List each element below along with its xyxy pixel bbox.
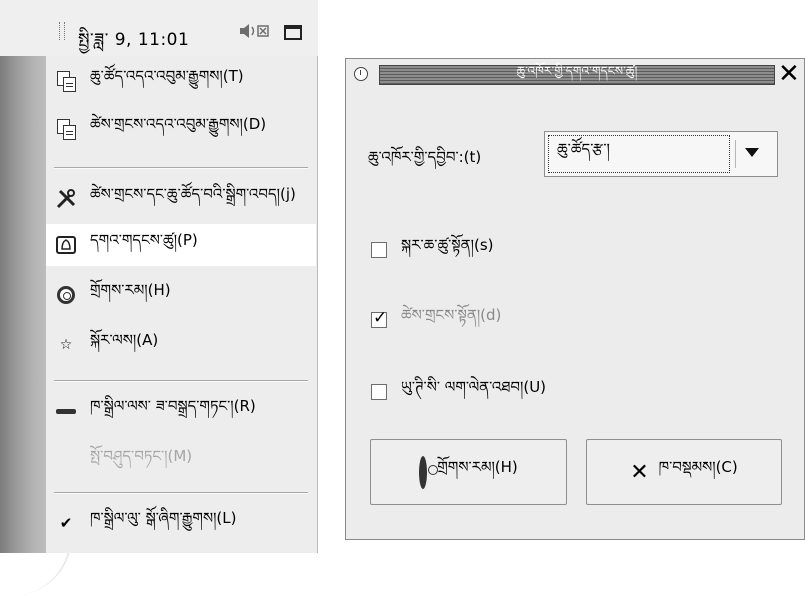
show-seconds-row[interactable]: སྐར་ཆ་ཚུ་སྟོན།(s) [371,229,494,271]
close-icon: ✕ [630,459,649,485]
window-list-icon[interactable] [284,25,302,40]
clock-format-label: ཆུ་འཁོར་གྱི་དབྱིབ་:(t) [368,148,482,166]
desktop-background [0,56,72,596]
menu-item-preferences[interactable]: དགའ་གདངས་ཚུ།(P) [46,224,316,266]
menu-item-remove-from-panel[interactable]: ཁ་སྒྲིལ་ལས་ ཟ་བསྒྲད་གཏང་།(R) [46,390,316,432]
menu-item-copy-date[interactable]: ཚེས་གྲངས་འདའ་འབུམ་རྒྱུགས།(D) [46,108,316,150]
menu-item-adjust-datetime[interactable]: ཚེས་གྲངས་དང་ཆུ་ཚོད་བའི་སྒྲིག་འབད།(j) [46,178,316,220]
chevron-down-icon [745,148,759,157]
clock-format-select[interactable]: ཆུ་ཚོད་རྩ་། [544,131,778,177]
star-icon: ☆ [59,337,73,353]
show-date-row[interactable]: ✓ ཚེས་གྲངས་སྟོན།(d) [371,299,501,341]
clock-context-menu: ཆུ་ཚོད་འདའ་འབུམ་རྒྱུགས།(T) ཚེས་གྲངས་འདའ་… [46,56,318,553]
help-icon [54,283,78,307]
remove-icon [54,399,78,423]
menu-item-copy-time[interactable]: ཆུ་ཚོད་འདའ་འབུམ་རྒྱུགས།(T) [46,60,316,102]
copy-icon [54,69,78,93]
top-panel: སྤྱི་ཟླ་ 9, 11:01 [0,0,318,56]
dialog-title: ཆུ་འཁོར་གྱི་དགའ་གདངས་ཚུ། [516,64,638,78]
use-utc-checkbox[interactable] [371,384,387,400]
dialog-titlebar[interactable]: ཆུ་འཁོར་གྱི་དགའ་གདངས་ཚུ། ✕ [346,59,804,95]
clock-format-value: ཆུ་ཚོད་རྩ་། [548,135,730,173]
show-date-checkbox[interactable]: ✓ [371,309,387,328]
copy-icon [54,117,78,141]
clock-icon [354,67,368,81]
use-utc-row[interactable]: ཡུ་ཊི་སི་ ལག་ལེན་འཐབ།(U) [371,371,546,413]
panel-drag-handle[interactable] [59,22,65,40]
tools-icon [54,187,78,211]
menu-separator [54,167,308,169]
menu-separator [54,380,308,382]
show-seconds-checkbox[interactable] [371,242,387,258]
help-icon [419,455,428,489]
clock-preferences-dialog: ཆུ་འཁོར་གྱི་དགའ་གདངས་ཚུ། ✕ ཆུ་འཁོར་གྱི་ད… [345,58,805,540]
menu-item-help[interactable]: གྲོགས་རམ།(H) [46,274,316,316]
close-button[interactable]: ✕ ཁ་བསྡམས།(C) [586,439,782,505]
help-button[interactable]: གྲོགས་རམ།(H) [370,439,567,505]
menu-item-lock-to-panel[interactable]: ✔ ཁ་སྒྲིལ་ལུ་ སྒོ་ཞིག་རྒྱུགས།(L) [46,502,316,544]
menu-item-about[interactable]: ☆ སྐོར་ལས།(A) [46,324,316,366]
menu-item-move[interactable]: སྤོ་བཤུད་བཏང་།(M) [46,440,316,482]
check-icon: ✔ [59,514,73,532]
menu-separator [54,492,308,494]
close-icon[interactable]: ✕ [778,60,800,88]
volume-icon[interactable] [238,22,272,40]
preferences-icon [54,233,78,257]
